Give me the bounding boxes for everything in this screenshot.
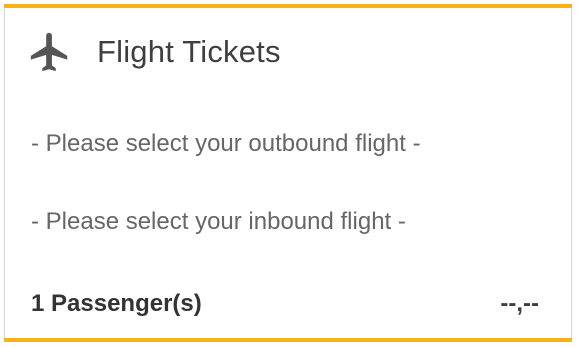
total-price: --,-- <box>500 290 539 317</box>
card-footer: 1 Passenger(s) --,-- <box>31 290 539 318</box>
card-header: Flight Tickets <box>27 28 281 76</box>
outbound-flight-placeholder: - Please select your outbound flight - <box>31 130 421 157</box>
flight-tickets-card: Flight Tickets - Please select your outb… <box>4 4 572 342</box>
passenger-count: 1 Passenger(s) <box>31 290 202 317</box>
card-title: Flight Tickets <box>97 34 281 69</box>
inbound-flight-placeholder: - Please select your inbound flight - <box>31 208 406 235</box>
airplane-icon <box>27 29 73 75</box>
